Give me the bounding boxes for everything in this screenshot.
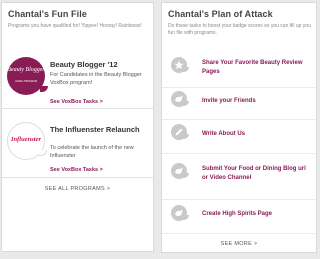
badge-text: Beauty Blogger	[7, 67, 45, 73]
plan-of-attack-panel: Chantal's Plan of Attack Do these tasks …	[161, 2, 317, 253]
divider	[2, 177, 153, 178]
task-label[interactable]: Write About Us	[202, 130, 312, 139]
divider	[162, 199, 316, 200]
pencil-icon	[171, 124, 189, 140]
divider	[162, 87, 316, 88]
task-label[interactable]: Invite your Friends	[202, 97, 312, 106]
divider	[162, 153, 316, 154]
beauty-blogger-badge-icon[interactable]: Beauty Blogger VoxBox PROGRAM	[7, 57, 48, 95]
program-title[interactable]: The Influenster Relaunch	[50, 125, 140, 134]
program-description: For Candidates in the Beauty Blogger Vox…	[50, 72, 142, 86]
task-label[interactable]: Share Your Favorite Beauty Review Pages	[202, 59, 312, 76]
divider	[162, 119, 316, 120]
star-icon	[171, 57, 189, 73]
plan-title: Chantal's Plan of Attack	[168, 9, 273, 19]
task-label[interactable]: Submit Your Food or Dining Blog url or V…	[202, 165, 312, 182]
task-label[interactable]: Create High Spirits Page	[202, 210, 312, 219]
program-description: To celebrate the launch of the new Influ…	[50, 145, 134, 159]
divider	[162, 233, 316, 234]
bird-icon	[171, 205, 189, 221]
fun-file-header: Chantal's Fun File Programs you have qua…	[2, 3, 153, 33]
program-title[interactable]: Beauty Blogger '12	[50, 60, 118, 69]
link-icon	[171, 163, 189, 179]
see-voxbox-tasks-link[interactable]: See VoxBox Tasks >	[50, 167, 103, 173]
plan-subtitle: Do these tasks to boost your badge score…	[168, 23, 311, 36]
fun-file-title: Chantal's Fun File	[8, 9, 87, 19]
divider	[2, 108, 153, 109]
influenster-badge-icon[interactable]: Influenster	[7, 122, 47, 160]
badge-subtext: VoxBox PROGRAM	[14, 80, 38, 83]
fun-file-subtitle: Programs you have qualified for! Yippee!…	[8, 23, 142, 29]
bird-icon	[171, 91, 189, 107]
badge-text: Influenster	[11, 136, 41, 143]
see-more-link[interactable]: SEE MORE >	[162, 241, 316, 247]
plan-header: Chantal's Plan of Attack Do these tasks …	[162, 3, 316, 36]
fun-file-panel: Chantal's Fun File Programs you have qua…	[1, 2, 154, 252]
see-all-programs-link[interactable]: SEE ALL PROGRAMS >	[2, 186, 153, 192]
see-voxbox-tasks-link[interactable]: See VoxBox Tasks >	[50, 99, 103, 105]
